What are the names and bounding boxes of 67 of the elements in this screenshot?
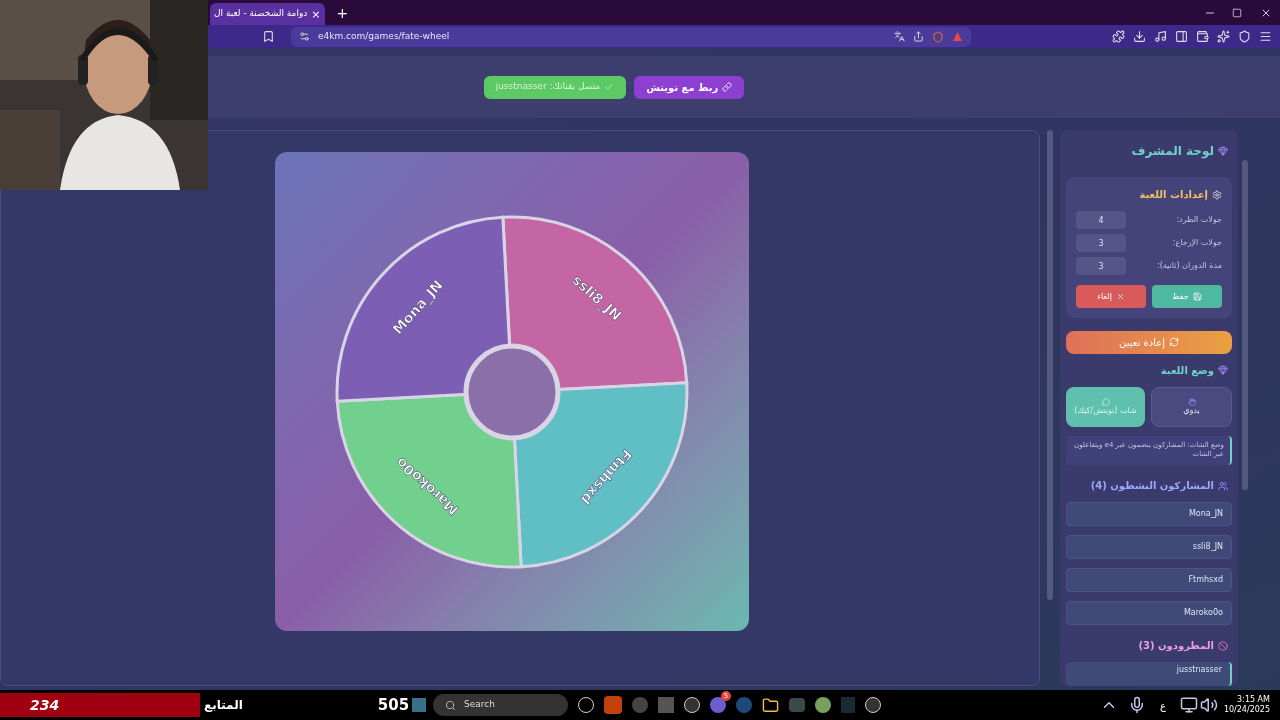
toolbar-icon[interactable] (1112, 30, 1125, 43)
panel-title: لوحة المشرف (1131, 143, 1214, 160)
eliminated-title: المطرودون (3) (1138, 639, 1214, 653)
follower-count: 234 (30, 695, 60, 715)
language-indicator[interactable]: ع (1159, 697, 1166, 713)
mode-title: وضع اللعبة (1160, 363, 1214, 378)
mode-option[interactable]: يدوي (1151, 386, 1232, 427)
maximize-icon[interactable] (1232, 7, 1242, 18)
translate-icon[interactable] (894, 31, 905, 42)
address-bar[interactable]: e4km.com/games/fate-wheel (291, 26, 971, 47)
gem-icon (1218, 146, 1228, 156)
gem-icon (1218, 365, 1228, 376)
close-icon (1115, 292, 1125, 301)
gear-icon (1212, 189, 1222, 200)
tab-title: دوامة الشخصنة - لعبة ال (214, 7, 308, 21)
player-item: Ftmhsxd (1066, 568, 1232, 592)
active-title: المشاركون النشطون (4) (1090, 479, 1214, 493)
toolbar-icon[interactable] (1175, 30, 1188, 43)
wheel-hub[interactable] (463, 343, 561, 440)
toolbar-icon[interactable] (1196, 30, 1209, 43)
twitch-connect-button[interactable]: ربط مع تويتش (634, 75, 745, 99)
field-label: جولات الطرد: (1176, 214, 1222, 226)
start-icon[interactable] (412, 698, 427, 712)
number-field[interactable]: 4 (1076, 211, 1126, 229)
browser-app-icon[interactable] (604, 696, 623, 714)
share-icon[interactable] (913, 31, 924, 42)
app-icon[interactable] (865, 697, 882, 713)
shield-icon[interactable] (932, 30, 944, 43)
search-icon (445, 699, 457, 711)
link-icon (722, 82, 733, 92)
eliminated-item: jusstnasser (1066, 662, 1232, 686)
connection-status: متصل بقناتك: jusstnasser (483, 75, 627, 99)
new-tab-button[interactable]: + (336, 5, 349, 20)
app-icon[interactable] (815, 697, 832, 713)
app-icon[interactable] (684, 697, 701, 713)
toolbar-icon[interactable] (1238, 30, 1251, 43)
browser-tab[interactable]: دوامة الشخصنة - لعبة ال × (210, 3, 325, 25)
clock[interactable]: 3:15 AM 10/24/2025 (1223, 695, 1270, 715)
chat-app-icon[interactable] (710, 697, 727, 713)
folder-icon[interactable] (762, 696, 780, 714)
player-item: Maroko0o (1066, 601, 1232, 625)
follower-label: المتابع (204, 697, 243, 714)
number-field[interactable]: 3 (1076, 257, 1126, 275)
close-tab-button[interactable]: × (311, 8, 321, 20)
field-label: مدة الدوران (ثانية): (1157, 260, 1222, 272)
taskbar-search[interactable]: Search (433, 694, 569, 716)
player-item: Mona_JN (1066, 502, 1232, 526)
counter: 505 (377, 694, 410, 716)
toolbar-icon[interactable] (1154, 30, 1167, 43)
cancel-button[interactable]: إلغاء (1076, 285, 1146, 308)
settings-title: إعدادات اللعبة (1139, 188, 1208, 202)
refresh-icon (1168, 337, 1179, 348)
site-settings-icon[interactable] (299, 31, 310, 42)
field-label: جولات الإرجاع: (1172, 237, 1222, 249)
chat-icon (1101, 397, 1110, 406)
volume-icon[interactable] (1199, 696, 1218, 714)
toolbar-icon[interactable] (1259, 30, 1272, 43)
bookmark-icon[interactable] (262, 30, 275, 43)
toolbar-icon[interactable] (1133, 30, 1146, 43)
player-item: ssli8_JN (1066, 535, 1232, 559)
url-text: e4km.com/games/fate-wheel (318, 29, 450, 43)
users-icon (1218, 480, 1228, 491)
number-field[interactable]: 3 (1076, 234, 1126, 252)
network-icon[interactable] (1179, 696, 1198, 714)
check-icon (604, 82, 615, 92)
toolbar-icon[interactable] (1217, 30, 1230, 43)
ban-icon (1218, 640, 1228, 651)
